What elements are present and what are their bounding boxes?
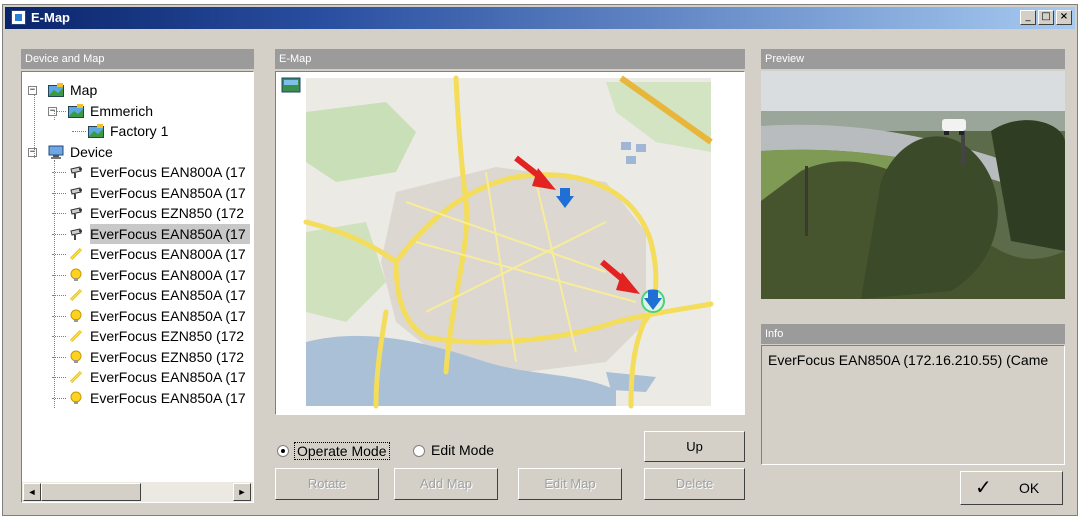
tree-item-label: EverFocus EAN850A (17 [90,223,250,244]
tree-item-label: EverFocus EZN850 (172 [90,348,245,365]
ok-button[interactable]: ✓ OK [960,471,1063,505]
scroll-left-button[interactable]: ◄ [23,483,41,501]
camera-icon [70,186,82,199]
alarm-bulb-icon [70,268,82,281]
camera-icon [70,166,82,178]
info-text: EverFocus EAN850A (172.16.210.55) (Came [768,352,1049,368]
ok-label: OK [1019,480,1040,496]
tree-item-label: EverFocus EZN850 (172 [90,205,245,221]
tree-item-label: EverFocus EAN850A (17 [90,287,246,303]
edit-mode-radio[interactable] [413,445,425,457]
tree-item-label: Factory 1 [110,123,169,139]
tree-item-label: EverFocus EZN850 (172 [90,328,245,344]
info-header: Info [761,324,1065,344]
sensor-icon [69,247,83,261]
title-bar[interactable]: E-Map _ □ × [5,7,1075,29]
edit-mode-label[interactable]: Edit Mode [431,442,494,458]
add-map-button[interactable]: Add Map [394,468,498,500]
map-frame [275,71,745,415]
tree-item-label: Device [70,143,113,160]
tree-item-label: EverFocus EAN800A (17 [90,266,246,283]
emap-header: E-Map [275,49,745,69]
sensor-icon [69,329,83,343]
map-canvas[interactable] [276,72,744,414]
info-box: EverFocus EAN850A (172.16.210.55) (Came [761,345,1065,465]
map-icon [68,103,84,118]
selected-camera-marker-icon [641,289,665,313]
tree-item-label: EverFocus EAN800A (17 [90,164,246,180]
alarm-bulb-icon [70,391,82,404]
rotate-button[interactable]: Rotate [275,468,379,500]
tree-expander[interactable]: − [28,147,37,157]
app-icon [11,10,26,25]
tree-item-label: EverFocus EAN800A (17 [90,246,246,262]
computer-icon [48,145,64,159]
tree-item-label: Map [70,82,98,98]
device-map-header: Device and Map [21,49,254,69]
camera-icon [70,227,82,240]
alarm-bulb-icon [70,350,82,363]
horizontal-scrollbar[interactable]: ◄ ► [22,482,253,502]
checkmark-icon: ✓ [975,475,992,499]
minimize-button[interactable]: _ [1020,10,1036,25]
tree-item-label: EverFocus EAN850A (17 [90,307,246,324]
delete-button[interactable]: Delete [644,468,745,500]
tree-item-label: EverFocus EAN850A (17 [90,389,246,406]
map-icon [48,83,64,97]
camera-icon [70,207,82,219]
operate-mode-label[interactable]: Operate Mode [294,442,390,460]
alarm-bulb-icon [70,309,82,322]
window-title: E-Map [31,10,70,25]
scroll-right-button[interactable]: ► [233,483,251,501]
device-tree[interactable]: − Map − Emmerich Factory 1 − Device EverFocus E… [21,71,254,503]
tree-item-label: Emmerich [90,102,154,119]
sensor-icon [69,370,83,384]
tree-content: − Map − Emmerich Factory 1 − Device EverFocus E… [22,72,253,480]
edit-map-button[interactable]: Edit Map [518,468,622,500]
sensor-icon [69,288,83,302]
camera-preview-image [761,71,1065,299]
up-button[interactable]: Up [644,431,745,462]
map-icon [88,124,104,138]
preview-header: Preview [761,49,1065,69]
operate-mode-radio[interactable] [277,445,289,457]
tree-item-label: EverFocus EAN850A (17 [90,184,246,201]
close-button[interactable]: × [1056,10,1072,25]
emap-window: E-Map _ □ × Device and Map − Map − Emmerich… [2,4,1078,516]
tree-expander[interactable]: − [48,106,57,116]
maximize-button[interactable]: □ [1038,10,1054,25]
tree-expander[interactable]: − [28,86,37,95]
preview-video [761,71,1065,299]
scroll-thumb[interactable] [41,483,141,501]
tree-item-label: EverFocus EAN850A (17 [90,369,246,385]
